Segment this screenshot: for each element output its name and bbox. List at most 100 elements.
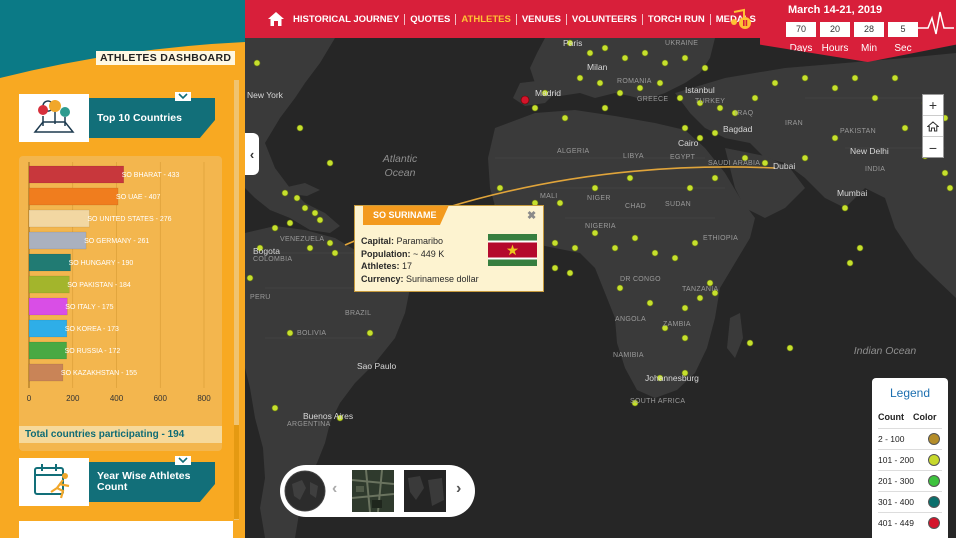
legend-range: 2 - 100 <box>878 433 905 444</box>
bar-label: SO KAZAKHSTAN - 155 <box>61 370 137 377</box>
nav-torch-run[interactable]: TORCH RUN <box>643 13 711 25</box>
world-map[interactable]: UKRAINE ROMANIA GREECE TURKEY IRAQ ALGER… <box>245 38 956 538</box>
x-tick-label: 800 <box>197 394 211 403</box>
popup-athletes-value: 17 <box>402 261 413 271</box>
map-city-sao-paulo: Sao Paulo <box>357 361 397 371</box>
chart-bar <box>28 209 90 228</box>
popup-details: Capital: Paramaribo Population: ~ 449 K … <box>361 235 479 285</box>
map-label-ukraine: UKRAINE <box>665 40 699 47</box>
zoom-home-button[interactable] <box>923 116 943 137</box>
top10-chevron-down-icon[interactable] <box>175 92 191 101</box>
map-label-tanzania: TANZANIA <box>682 286 719 293</box>
map-label-niger: NIGER <box>587 195 611 202</box>
x-tick-label: 600 <box>154 394 168 403</box>
athletes-sidebar: ATHLETES DASHBOARD Top 10 Countries SO B… <box>0 38 245 538</box>
bar-label: SO UAE - 407 <box>116 194 160 201</box>
bar-label: SO HUNGARY - 190 <box>69 260 134 267</box>
bar-label: SO KOREA - 173 <box>65 326 119 333</box>
event-date: March 14-21, 2019 <box>788 4 883 16</box>
map-canvas <box>245 38 956 538</box>
nav-venues[interactable]: VENUES <box>517 13 567 25</box>
chart-bar <box>28 297 68 316</box>
bar-label: SO RUSSIA - 172 <box>65 348 121 355</box>
map-label-dr-congo: DR CONGO <box>620 276 661 283</box>
legend-row: 301 - 400 <box>878 491 942 511</box>
scrollbar-thumb[interactable] <box>234 425 239 519</box>
map-label-libya: LIBYA <box>623 153 644 160</box>
chart-bar <box>28 253 71 272</box>
map-label-peru: PERU <box>250 294 271 301</box>
countdown-sec: 5 <box>888 22 918 37</box>
countdown-min-label: Min <box>860 43 878 54</box>
legend-range: 101 - 200 <box>878 454 914 465</box>
legend-row: 101 - 200 <box>878 449 942 469</box>
map-label-algeria: ALGERIA <box>557 148 590 155</box>
year-wise-banner: Year Wise Athletes Count <box>89 462 215 502</box>
countdown-hours-label: Hours <box>821 43 849 54</box>
legend-row: 2 - 100 <box>878 428 942 448</box>
nav-volunteers[interactable]: VOLUNTEERS <box>567 13 643 25</box>
year-wise-widget-header[interactable]: Year Wise Athletes Count <box>19 456 233 506</box>
legend-swatch <box>928 495 940 508</box>
dark-map-thumbnail[interactable] <box>284 470 326 512</box>
map-city-johannesburg: Johannesburg <box>645 373 699 383</box>
satellite-thumbnail[interactable] <box>352 470 394 512</box>
nav-historical-journey[interactable]: HISTORICAL JOURNEY <box>288 13 406 25</box>
pulse-logo-icon <box>918 11 954 35</box>
top10-chart-panel: SO BHARAT - 433 SO UAE - 407 SO UNITED STA… <box>19 156 222 451</box>
year-wise-chevron-down-icon[interactable] <box>175 456 191 465</box>
zoom-out-button[interactable]: − <box>923 137 943 158</box>
home-icon[interactable] <box>268 12 284 26</box>
carousel-next-button[interactable]: › <box>456 480 461 498</box>
collapse-sidebar-button[interactable]: ‹ <box>245 133 259 175</box>
chart-bar <box>28 363 64 382</box>
map-city-istanbul: Istanbul <box>685 85 715 95</box>
chart-bar <box>28 319 68 338</box>
popup-population-label: Population: <box>361 248 411 259</box>
bar-label: SO BHARAT - 433 <box>122 172 180 179</box>
nav-athletes[interactable]: ATHLETES <box>456 13 517 25</box>
top10-widget-header[interactable]: Top 10 Countries <box>19 92 233 142</box>
map-city-bogota: Bogota <box>253 246 280 256</box>
map-city-dubai: Dubai <box>773 161 796 171</box>
next-widget-strip <box>19 521 233 538</box>
music-pause-icon[interactable] <box>730 8 752 30</box>
chart-bar <box>28 165 124 184</box>
total-countries-text: Total countries participating - 194 <box>25 429 185 440</box>
map-label-saudi-arabia: SAUDI ARABIA <box>708 160 761 167</box>
legend-header: Count Color <box>878 412 937 422</box>
map-ocean-atlantic: Atlantic Ocean <box>382 153 418 179</box>
header-teal-corner <box>0 0 245 38</box>
app-root: UKRAINE ROMANIA GREECE TURKEY IRAQ ALGER… <box>0 0 956 538</box>
bar-label: SO GERMANY - 261 <box>84 238 149 245</box>
map-pins-icon <box>33 100 75 133</box>
x-tick-label: 400 <box>110 394 124 403</box>
chevron-left-icon: ‹ <box>249 146 255 162</box>
top10-banner: Top 10 Countries <box>89 98 215 138</box>
map-city-new-delhi: New Delhi <box>850 146 889 156</box>
legend-swatch <box>928 516 940 529</box>
nav-quotes[interactable]: QUOTES <box>405 13 457 25</box>
year-wise-title: Year Wise Athletes Count <box>97 470 191 493</box>
dark-terrain-thumbnail[interactable] <box>404 470 446 512</box>
popup-currency-row: Currency: Surinamese dollar <box>361 273 479 286</box>
bar-label: SO PAKISTAN - 184 <box>67 282 131 289</box>
map-label-ethiopia: ETHIOPIA <box>703 235 739 242</box>
map-label-zambia: ZAMBIA <box>663 321 691 328</box>
sidebar-scrollbar[interactable] <box>234 80 239 520</box>
legend-row: 401 - 449 <box>878 512 942 532</box>
x-tick-label: 200 <box>66 394 80 403</box>
map-city-milan: Milan <box>587 62 608 72</box>
zoom-in-button[interactable]: + <box>923 95 943 116</box>
zoom-controls: + − <box>922 94 944 158</box>
map-label-argentina: ARGENTINA <box>287 421 331 428</box>
legend-swatch <box>928 453 940 466</box>
legend-swatch <box>928 432 940 445</box>
carousel-prev-button[interactable]: ‹ <box>332 480 337 498</box>
legend-range: 201 - 300 <box>878 475 914 486</box>
bar-label: SO UNITED STATES - 276 <box>87 216 171 223</box>
close-icon[interactable]: ✖ <box>527 209 536 222</box>
popup-currency-label: Currency: <box>361 273 404 284</box>
map-label-chad: CHAD <box>625 203 647 210</box>
calendar-runner-icon <box>34 464 70 499</box>
